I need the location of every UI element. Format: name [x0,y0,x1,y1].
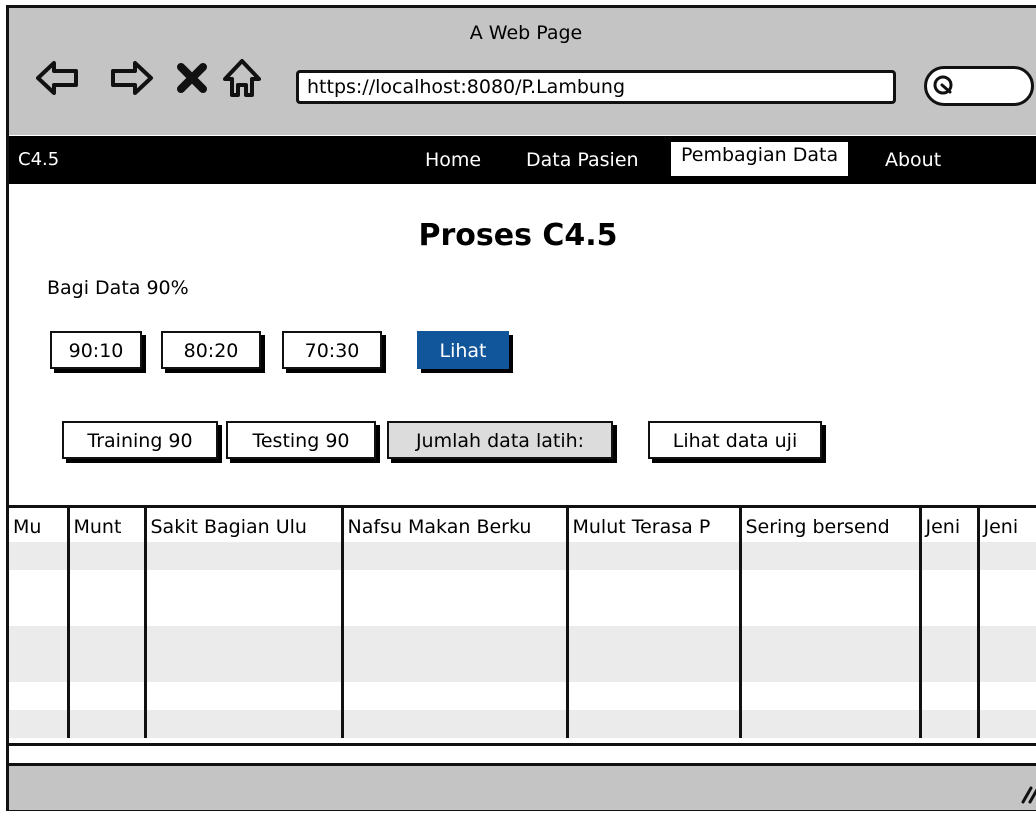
search-field[interactable] [924,66,1034,106]
status-bar [9,763,1036,810]
split-label: Bagi Data 90% [47,277,189,299]
table-row[interactable] [9,654,1036,682]
table-row[interactable] [9,598,1036,626]
column-header[interactable]: Mu [9,508,68,542]
table-row[interactable] [9,626,1036,654]
training-button[interactable]: Training 90 [62,421,218,459]
nav-item-data-pasien[interactable]: Data Pasien [526,149,639,171]
column-header[interactable]: Jeni [918,508,978,542]
browser-chrome: A Web Page https://localhost:8080/P.Lamb… [6,5,1036,135]
table-row[interactable] [9,542,1036,570]
table-header-row: Mu Munt Sakit Bagian Ulu Nafsu Makan Ber… [9,508,1036,542]
table-row[interactable] [9,710,1036,738]
split-70-30-button[interactable]: 70:30 [282,331,382,369]
forward-icon[interactable] [109,55,155,101]
back-icon[interactable] [34,55,80,101]
column-header[interactable]: Nafsu Makan Berku [340,508,567,542]
brand-label: C4.5 [18,149,60,170]
column-header[interactable]: Jeni [976,508,1036,542]
table-row[interactable] [9,682,1036,710]
nav-item-about[interactable]: About [885,149,941,171]
table-row[interactable] [9,570,1036,598]
testing-button[interactable]: Testing 90 [226,421,376,459]
column-header[interactable]: Sering bersend [738,508,920,542]
lihat-data-uji-button[interactable]: Lihat data uji [648,421,822,459]
home-icon[interactable] [219,55,265,101]
data-table: Mu Munt Sakit Bagian Ulu Nafsu Makan Ber… [9,505,1036,746]
window-title: A Web Page [469,22,583,44]
url-bar[interactable]: https://localhost:8080/P.Lambung [296,70,896,104]
search-icon [933,75,953,95]
split-90-10-button[interactable]: 90:10 [50,331,142,369]
column-header[interactable]: Sakit Bagian Ulu [143,508,342,542]
close-icon[interactable] [169,55,215,101]
column-header[interactable]: Mulut Terasa P [565,508,740,542]
nav-item-pembagian-data[interactable]: Pembagian Data [671,142,849,176]
column-header[interactable]: Munt [66,508,145,542]
resize-grip-icon[interactable] [1013,778,1036,804]
split-80-20-button[interactable]: 80:20 [161,331,261,369]
jumlah-data-latih-button[interactable]: Jumlah data latih: [387,421,613,459]
page-title: Proses C4.5 [418,218,618,253]
lihat-button[interactable]: Lihat [417,331,509,369]
nav-item-home[interactable]: Home [425,149,481,171]
top-navbar: C4.5 Home Data Pasien Pembagian Data Abo… [9,136,1036,184]
